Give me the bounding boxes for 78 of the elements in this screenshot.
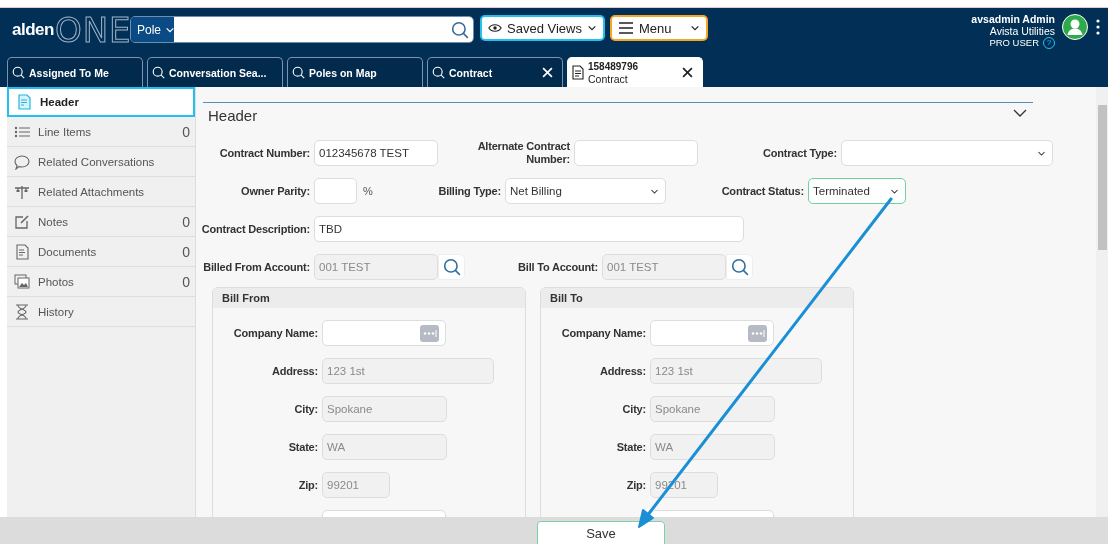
menu-dropdown[interactable]: Menu xyxy=(610,15,708,41)
unit-label: % xyxy=(363,185,374,197)
scrollbar[interactable] xyxy=(1096,87,1108,517)
organization-name: Avista Utilities xyxy=(989,25,1055,37)
tab[interactable]: Conversation Sea... xyxy=(147,57,283,87)
photo-icon xyxy=(14,273,30,290)
field-label: Contract Description: xyxy=(200,222,310,236)
menu-icon xyxy=(618,21,634,35)
text-field[interactable]: TBD xyxy=(314,216,744,242)
field-label: Contract Type: xyxy=(762,146,837,160)
panel-title: Bill From xyxy=(213,288,525,308)
edit-icon xyxy=(14,213,30,230)
chevron-down-icon xyxy=(690,23,700,33)
hierarchy-icon xyxy=(14,183,30,200)
sidebar-item[interactable]: Header xyxy=(7,87,195,117)
field-label: Company Name: xyxy=(232,326,318,340)
tab[interactable]: Contract xyxy=(427,57,563,87)
sidebar-item[interactable]: Line Items 0 xyxy=(7,117,195,147)
more-icon[interactable] xyxy=(1096,19,1100,35)
more-button-icon[interactable] xyxy=(748,324,767,342)
tab[interactable]: 158489796 Contract xyxy=(567,57,703,87)
search-button[interactable] xyxy=(726,254,753,280)
tab[interactable]: Poles on Map xyxy=(287,57,423,87)
search-button[interactable] xyxy=(438,254,465,280)
logo-text: alden xyxy=(12,20,54,39)
field-label: Bill To Account: xyxy=(517,260,598,274)
text-field[interactable] xyxy=(574,140,698,166)
avatar-icon[interactable] xyxy=(1062,14,1088,40)
sidebar-item[interactable]: Documents 0 xyxy=(7,237,195,267)
field-label: Zip: xyxy=(297,478,318,492)
text-field[interactable] xyxy=(322,320,446,346)
field-label: Address: xyxy=(598,364,646,378)
field-label: State: xyxy=(615,440,646,454)
dropdown[interactable] xyxy=(841,140,1053,166)
dropdown[interactable]: Terminated xyxy=(808,178,906,204)
field-label: City: xyxy=(621,402,646,416)
document-icon xyxy=(572,65,584,80)
document-icon xyxy=(14,243,30,260)
speech-bubble-icon xyxy=(14,153,30,170)
chevron-down-icon xyxy=(587,23,597,33)
eye-icon xyxy=(488,22,502,34)
sidebar-item[interactable]: Notes 0 xyxy=(7,207,195,237)
field-label: State: xyxy=(287,440,318,454)
sidebar-item[interactable]: Related Conversations xyxy=(7,147,195,177)
text-field[interactable] xyxy=(314,178,357,204)
dropdown[interactable]: Net Billing xyxy=(505,178,666,204)
field-label: Address: xyxy=(270,364,318,378)
field-label: Billed From Account: xyxy=(202,260,310,274)
saved-views-dropdown[interactable]: Saved Views xyxy=(480,15,605,41)
text-field[interactable] xyxy=(650,320,774,346)
field-label: Alternate Contract Number: xyxy=(476,140,570,166)
field-label: Company Name: xyxy=(560,326,646,340)
section-title: Header xyxy=(208,107,258,124)
panel-title: Bill To xyxy=(541,288,853,308)
field-label: Owner Parity: xyxy=(240,184,310,198)
search-icon xyxy=(152,66,165,79)
field-label: Zip: xyxy=(625,478,646,492)
search-icon xyxy=(432,66,445,79)
sidebar-item[interactable]: History xyxy=(7,297,195,327)
save-button[interactable]: Save xyxy=(537,521,665,544)
user-name: avsadmin Admin xyxy=(971,13,1055,25)
chevron-down-icon[interactable] xyxy=(1013,107,1027,118)
close-icon[interactable] xyxy=(682,67,693,78)
field-label: City: xyxy=(293,402,318,416)
logo-text: ONE xyxy=(54,10,132,50)
sidebar-item[interactable]: Photos 0 xyxy=(7,267,195,297)
user-role: PRO USER xyxy=(989,37,1039,49)
sidebar-item[interactable]: Related Attachments xyxy=(7,177,195,207)
search-icon xyxy=(292,66,305,79)
hourglass-icon xyxy=(14,303,30,320)
field-label: Contract Status: xyxy=(720,184,804,198)
field-label: Contract Number: xyxy=(218,146,310,160)
field-label: Billing Type: xyxy=(437,184,501,198)
tab[interactable]: Assigned To Me xyxy=(7,57,143,87)
text-field[interactable]: 012345678 TEST xyxy=(314,140,438,166)
more-button-icon[interactable] xyxy=(420,324,439,342)
search-icon xyxy=(12,66,25,79)
document-icon xyxy=(16,94,32,110)
